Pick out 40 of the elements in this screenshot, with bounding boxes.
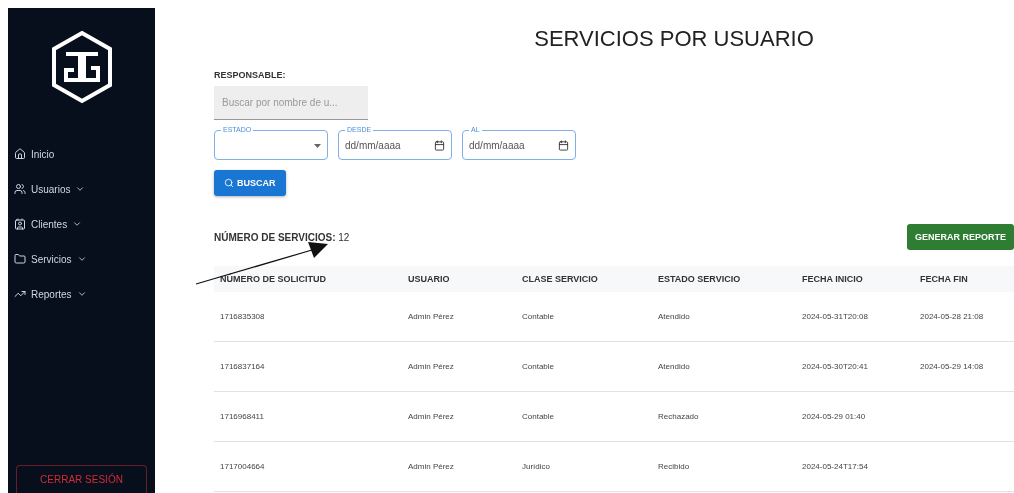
service-count: NÚMERO DE SERVICIOS: 12 — [214, 231, 350, 243]
column-header: CLASE SERVICIO — [521, 274, 599, 284]
table-cell-text: 2024-05-30T20:41 — [801, 362, 869, 371]
table-cell-text: Admin Pérez — [407, 412, 455, 421]
table-cell-text: Admin Pérez — [407, 362, 455, 371]
table-cell-text: Jurídico — [521, 462, 551, 471]
table-cell-text: Admin Pérez — [407, 312, 455, 321]
table-cell-text: 1717004664 — [219, 462, 266, 471]
table-cell-text: 2024-05-24T17:54 — [801, 462, 869, 471]
column-header: ESTADO SERVICIO — [657, 274, 742, 284]
table-cell-text: Contable — [521, 362, 556, 371]
table-cell-text: 2024-05-29 01:40 — [801, 412, 867, 421]
table-cell-text: 2024-05-31T20:08 — [801, 312, 869, 321]
column-header: NÚMERO DE SOLICITUD — [219, 274, 327, 284]
table-cell-text: Contable — [521, 412, 556, 421]
page-title: SERVICIOS POR USUARIO — [533, 26, 815, 52]
table-cell-text: 2024-05-29 14:08 — [919, 362, 985, 371]
table-cell-text: Atendido — [657, 362, 691, 371]
search-button[interactable]: BUSCAR — [214, 170, 286, 196]
table-cell-text: 1716968411 — [219, 412, 265, 421]
table-cell-text: Admin Pérez — [407, 462, 455, 471]
table-cell-text: Recibido — [657, 462, 691, 471]
sidebar-item[interactable]: Usuarios — [14, 179, 155, 199]
sidebar-item[interactable]: Clientes — [14, 214, 155, 234]
table-cell-text: Atendido — [657, 312, 691, 321]
table-cell-text: Contable — [521, 312, 556, 321]
report-button[interactable]: GENERAR REPORTE — [907, 224, 1014, 250]
search-field[interactable]: Buscar por nombre de u... — [214, 86, 368, 120]
table-cell-text: 2024-05-28 21:08 — [919, 312, 985, 321]
table-cell-text: 1716837164 — [219, 362, 266, 371]
sidebar-item[interactable]: Reportes — [14, 284, 155, 304]
sidebar-item[interactable]: Servicios — [14, 249, 155, 269]
sidebar-item[interactable]: Inicio — [14, 144, 155, 164]
table-cell-text: Rechazado — [657, 412, 700, 421]
logout-button[interactable]: CERRAR SESIÓN — [16, 465, 147, 493]
column-header: FECHA FIN — [919, 274, 969, 284]
table-cell-text: 1716835308 — [219, 312, 266, 321]
column-header: USUARIO — [407, 274, 451, 284]
field-label: RESPONSABLE: — [214, 70, 287, 80]
column-header: FECHA INICIO — [801, 274, 864, 284]
